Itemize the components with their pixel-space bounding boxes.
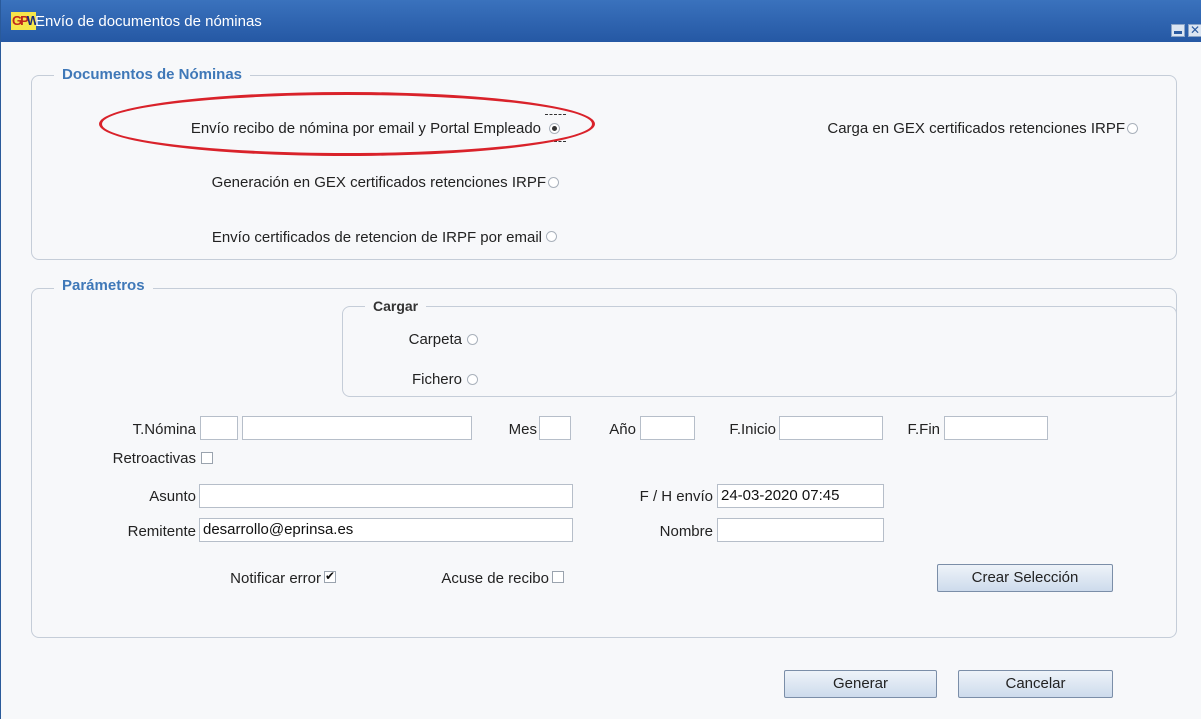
acuse-recibo-checkbox[interactable]: [552, 571, 564, 583]
generar-button[interactable]: Generar: [784, 670, 937, 698]
app-logo: GPW: [11, 12, 39, 30]
f-inicio-label: F.Inicio: [729, 421, 776, 438]
option-carga-gex-label: Carga en GEX certificados retenciones IR…: [827, 120, 1125, 137]
mes-label: Mes: [508, 421, 537, 438]
t-nomina-desc-input[interactable]: [242, 416, 472, 440]
close-icon[interactable]: ✕: [1188, 24, 1201, 37]
anio-label: Año: [609, 421, 636, 438]
crear-seleccion-button[interactable]: Crear Selección: [937, 564, 1113, 592]
title-bar[interactable]: GPW Envío de documentos de nóminas ✕: [1, 0, 1201, 42]
anio-input[interactable]: [640, 416, 695, 440]
option-envio-recibo-radio[interactable]: [549, 123, 560, 134]
f-inicio-input[interactable]: [779, 416, 883, 440]
parametros-legend: Parámetros: [54, 277, 153, 295]
cargar-group: [342, 306, 1177, 397]
option-envio-certificados-label: Envío certificados de retencion de IRPF …: [211, 229, 542, 246]
option-envio-certificados-radio[interactable]: [546, 231, 557, 242]
mes-input[interactable]: [539, 416, 571, 440]
option-envio-recibo-label: Envío recibo de nómina por email y Porta…: [190, 120, 541, 137]
fichero-radio[interactable]: [467, 374, 478, 385]
asunto-label: Asunto: [149, 488, 196, 505]
nombre-input[interactable]: [717, 518, 884, 542]
t-nomina-label: T.Nómina: [132, 421, 196, 438]
acuse-recibo-label: Acuse de recibo: [441, 570, 549, 587]
documentos-legend: Documentos de Nóminas: [54, 66, 251, 84]
option-carga-gex-radio[interactable]: [1127, 123, 1138, 134]
f-h-envio-input[interactable]: 24-03-2020 07:45: [717, 484, 884, 508]
dialog-window: GPW Envío de documentos de nóminas ✕ Doc…: [0, 0, 1201, 719]
remitente-input[interactable]: desarrollo@eprinsa.es: [199, 518, 573, 542]
notificar-error-checkbox[interactable]: [324, 569, 336, 583]
retroactivas-checkbox[interactable]: [201, 452, 213, 464]
carpeta-radio[interactable]: [467, 334, 478, 345]
documentos-group: [31, 75, 1177, 260]
notificar-error-label: Notificar error: [230, 570, 321, 587]
t-nomina-code-input[interactable]: [200, 416, 238, 440]
cancelar-button[interactable]: Cancelar: [958, 670, 1113, 698]
fichero-label: Fichero: [411, 371, 462, 388]
remitente-label: Remitente: [127, 523, 196, 540]
f-h-envio-label: F / H envío: [639, 488, 713, 505]
retroactivas-label: Retroactivas: [112, 450, 196, 467]
minimize-icon[interactable]: [1171, 24, 1185, 37]
option-generacion-gex-radio[interactable]: [548, 177, 559, 188]
nombre-label: Nombre: [659, 523, 713, 540]
cargar-legend: Cargar: [365, 297, 427, 315]
carpeta-label: Carpeta: [408, 331, 462, 348]
asunto-input[interactable]: [199, 484, 573, 508]
option-generacion-gex-label: Generación en GEX certificados retencion…: [211, 174, 546, 191]
f-fin-input[interactable]: [944, 416, 1048, 440]
f-fin-label: F.Fin: [907, 421, 940, 438]
window-title: Envío de documentos de nóminas: [35, 13, 262, 30]
